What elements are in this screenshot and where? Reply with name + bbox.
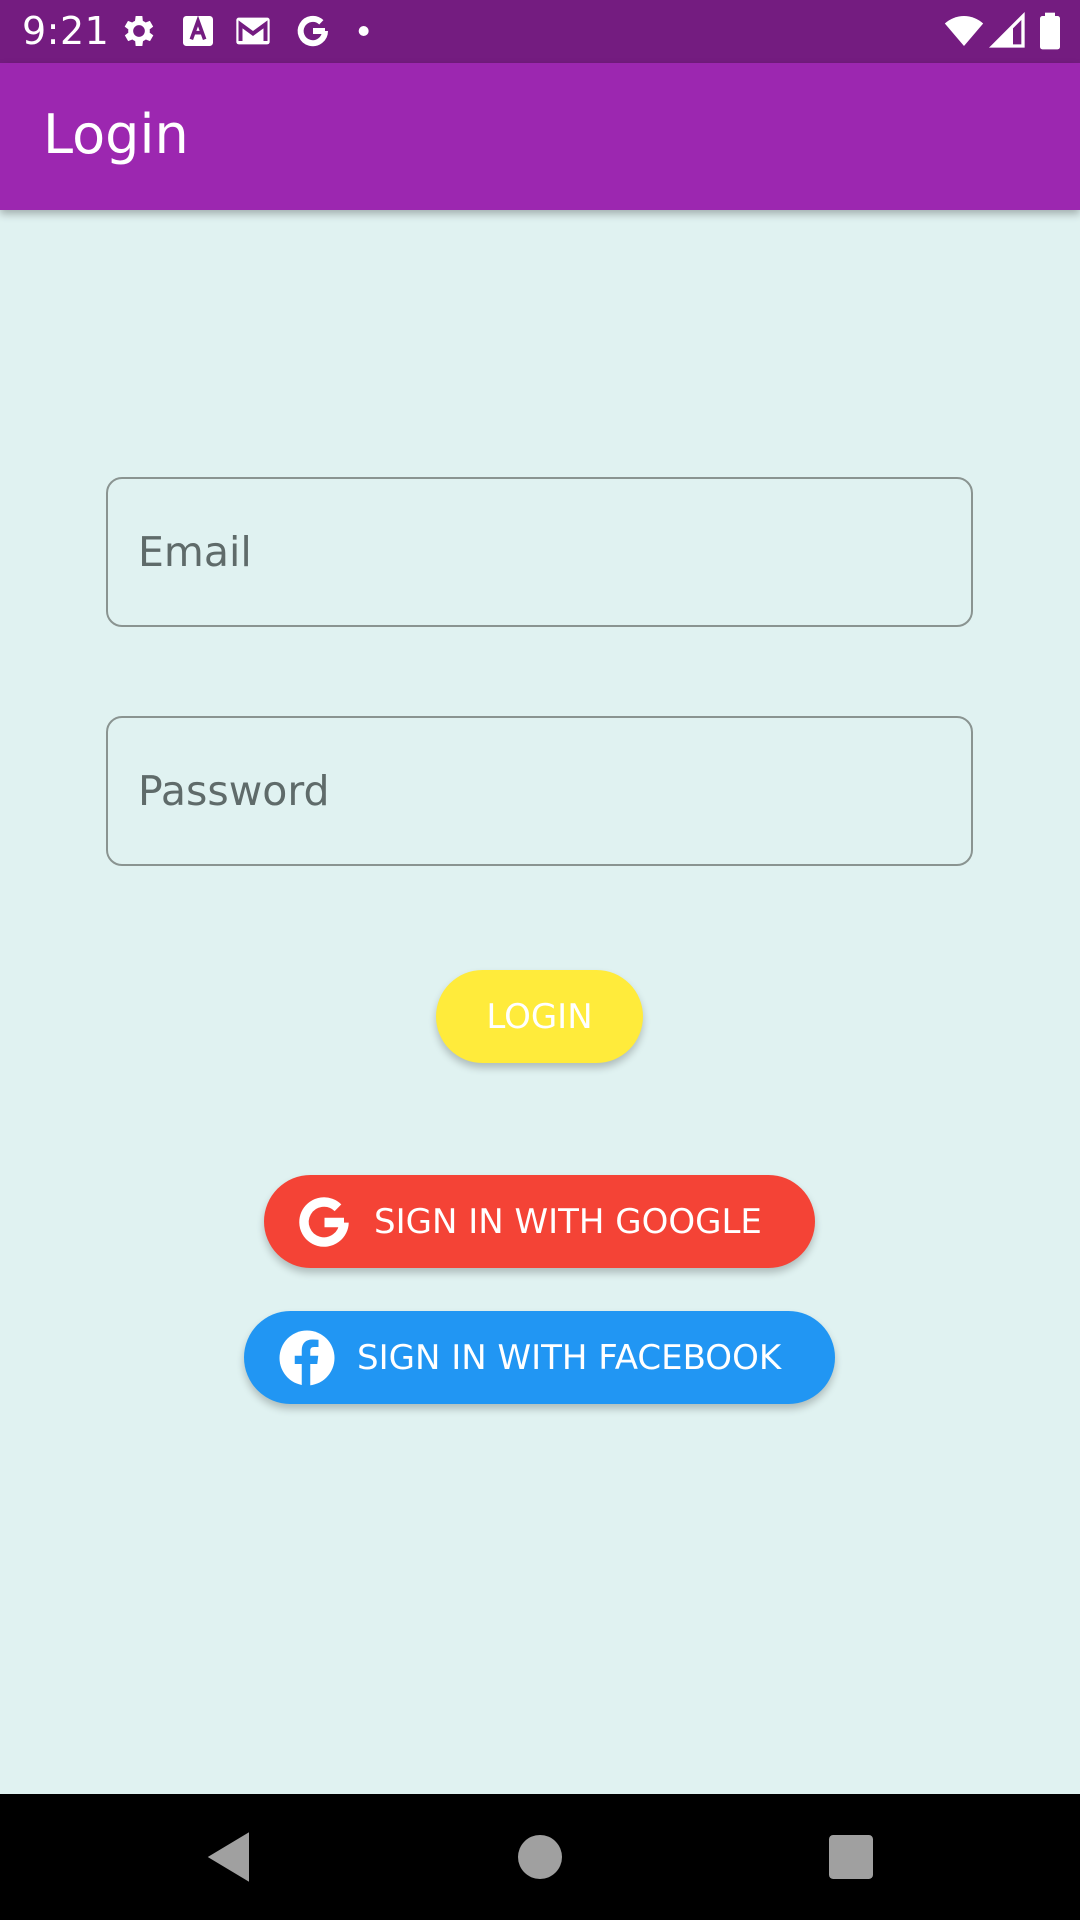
navigation-bar: [0, 1794, 1080, 1920]
google-icon: [294, 1192, 354, 1252]
facebook-sign-in-button[interactable]: SIGN IN WITH FACEBOOK: [244, 1311, 835, 1404]
home-icon[interactable]: [507, 1824, 573, 1890]
email-field[interactable]: [108, 479, 971, 625]
password-field[interactable]: [108, 718, 971, 864]
password-field-container: [106, 716, 973, 866]
signal-icon: [988, 11, 1028, 51]
google-button-label: SIGN IN WITH GOOGLE: [374, 1201, 762, 1242]
app-bar: Login: [0, 63, 1080, 210]
status-bar: 9:21: [0, 0, 1080, 63]
facebook-icon: [277, 1328, 337, 1388]
dot-icon: [352, 11, 392, 51]
google-icon: [293, 11, 333, 51]
google-sign-in-button[interactable]: SIGN IN WITH GOOGLE: [264, 1175, 815, 1268]
status-time: 9:21: [22, 9, 110, 53]
battery-icon: [1036, 11, 1064, 51]
back-icon[interactable]: [194, 1824, 260, 1890]
wifi-icon: [942, 11, 986, 51]
page-title: Login: [43, 103, 189, 166]
text-a-icon: [178, 11, 218, 51]
login-button-label: LOGIN: [486, 996, 593, 1037]
facebook-button-label: SIGN IN WITH FACEBOOK: [357, 1337, 782, 1378]
login-button[interactable]: LOGIN: [436, 970, 643, 1063]
recents-icon[interactable]: [818, 1824, 884, 1890]
gmail-icon: [233, 11, 273, 51]
settings-icon: [119, 11, 159, 51]
email-field-container: [106, 477, 973, 627]
